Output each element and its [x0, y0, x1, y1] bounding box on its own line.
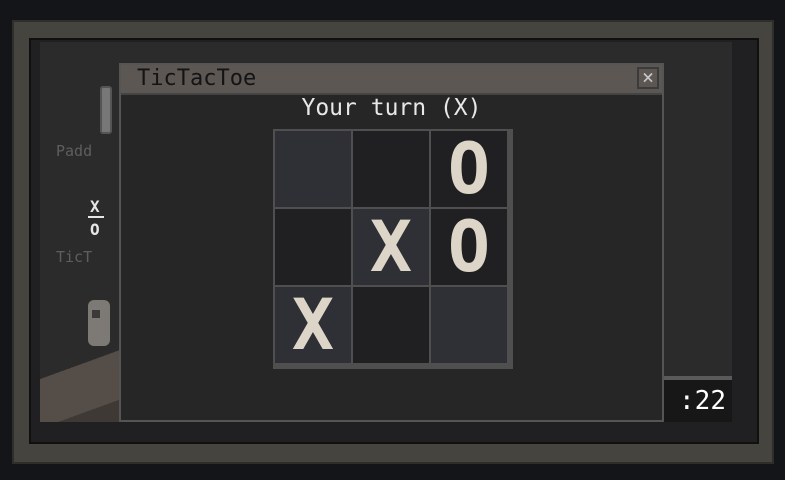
window-title: TicTacToe: [137, 66, 257, 91]
board-cell-1[interactable]: [275, 131, 351, 207]
tictactoe-app-label[interactable]: TicT: [56, 248, 92, 266]
board-cell-5[interactable]: X: [353, 209, 429, 285]
game-board: O X O X: [273, 129, 513, 369]
board-cell-7[interactable]: X: [275, 287, 351, 363]
board-cell-8[interactable]: [353, 287, 429, 363]
board-cell-2[interactable]: [353, 131, 429, 207]
board-cell-6[interactable]: O: [431, 209, 507, 285]
board-cell-3[interactable]: O: [431, 131, 507, 207]
dog-icon[interactable]: [88, 300, 110, 346]
paddle-app-label[interactable]: Padd: [56, 142, 92, 160]
clock: :22: [662, 376, 732, 422]
paddle-app-icon[interactable]: [100, 86, 112, 134]
tictactoe-app-icon-divider: [88, 216, 104, 218]
tictactoe-app-icon-x[interactable]: X: [90, 197, 100, 216]
tictactoe-window: TicTacToe × Your turn (X) O X O X: [119, 63, 664, 422]
turn-status: Your turn (X): [301, 95, 482, 121]
board-cell-4[interactable]: [275, 209, 351, 285]
window-titlebar[interactable]: TicTacToe ×: [121, 65, 662, 95]
tictactoe-app-icon-o[interactable]: O: [90, 220, 100, 239]
close-button[interactable]: ×: [637, 67, 659, 89]
board-cell-9[interactable]: [431, 287, 507, 363]
